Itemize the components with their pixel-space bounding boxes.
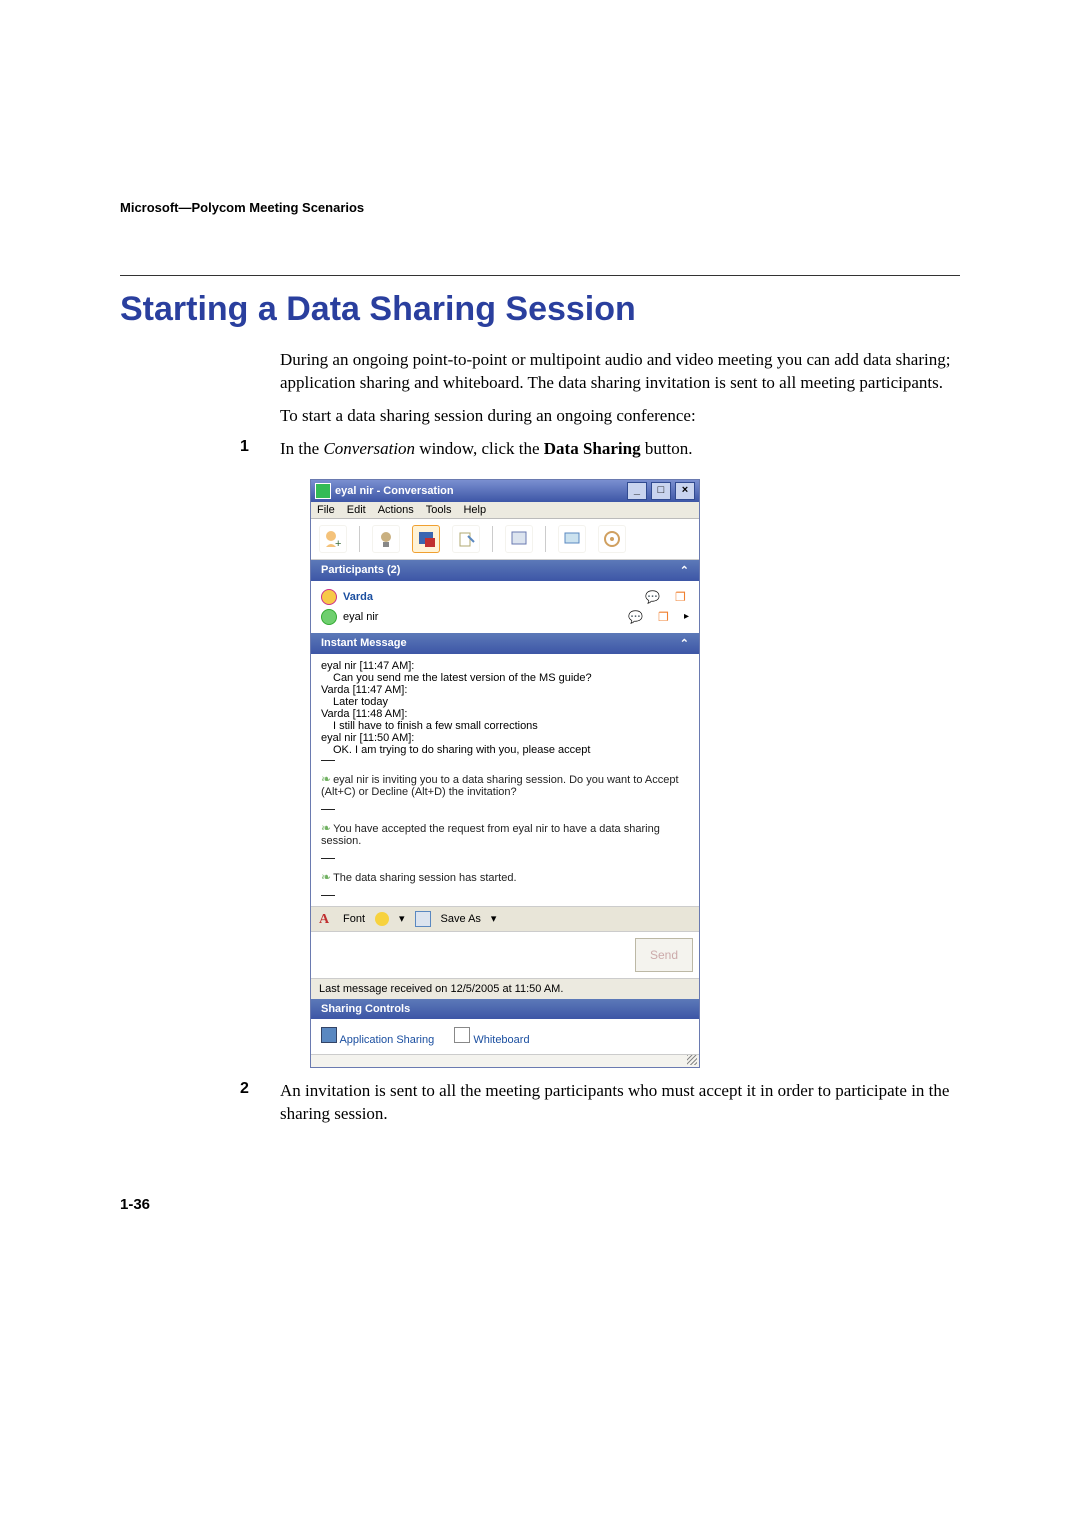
av-icon[interactable]	[505, 525, 533, 553]
step-number-2: 2	[240, 1080, 280, 1126]
intro-paragraph: During an ongoing point-to-point or mult…	[280, 349, 960, 395]
menu-help[interactable]: Help	[463, 504, 486, 516]
collapse-icon[interactable]: ⌃	[680, 564, 689, 577]
sharing-controls-header[interactable]: Sharing Controls	[311, 999, 699, 1019]
participant-name: eyal nir	[343, 611, 622, 623]
msg-text: Can you send me the latest version of th…	[321, 672, 689, 684]
separator	[321, 809, 335, 810]
msg-text: I still have to finish a few small corre…	[321, 720, 689, 732]
step-1-text: In the Conversation window, click the Da…	[280, 438, 960, 461]
toolbar-divider	[492, 526, 493, 552]
invite-icon[interactable]: +	[319, 525, 347, 553]
menu-actions[interactable]: Actions	[378, 504, 414, 516]
settings-icon[interactable]	[598, 525, 626, 553]
menu-tools[interactable]: Tools	[426, 504, 452, 516]
participant-row[interactable]: eyal nir 💬 ❐ ▸	[321, 607, 689, 627]
menu-arrow-icon[interactable]: ▸	[684, 611, 689, 622]
chat-icon: 💬	[645, 590, 659, 604]
minimize-button[interactable]: _	[627, 482, 647, 500]
participants-header[interactable]: Participants (2) ⌃	[311, 560, 699, 581]
appshare-icon	[321, 1027, 337, 1043]
window-titlebar[interactable]: eyal nir - Conversation _ □ ×	[311, 480, 699, 502]
separator	[321, 895, 335, 896]
separator	[321, 760, 335, 761]
participant-name: Varda	[343, 591, 639, 603]
close-button[interactable]: ×	[675, 482, 695, 500]
page-title: Starting a Data Sharing Session	[120, 290, 960, 329]
msg-header: eyal nir [11:47 AM]:	[321, 660, 689, 672]
toolbar-divider	[545, 526, 546, 552]
msg-header: Varda [11:48 AM]:	[321, 708, 689, 720]
page-number: 1-36	[120, 1196, 960, 1213]
font-label[interactable]: Font	[343, 913, 365, 925]
participants-list: Varda 💬 ❐ eyal nir 💬 ❐ ▸	[311, 581, 699, 633]
data-sharing-button[interactable]	[412, 525, 440, 553]
lead-in: To start a data sharing session during a…	[280, 405, 960, 428]
toolbar: +	[311, 519, 699, 560]
collapse-icon[interactable]: ⌃	[680, 637, 689, 650]
message-history: eyal nir [11:47 AM]: Can you send me the…	[311, 654, 699, 906]
conversation-window: eyal nir - Conversation _ □ × File Edit …	[310, 479, 700, 1068]
system-message: ❧eyal nir is inviting you to a data shar…	[321, 772, 689, 798]
remote-assist-icon[interactable]	[558, 525, 586, 553]
chat-icon: 💬	[628, 610, 642, 624]
menu-file[interactable]: File	[317, 504, 335, 516]
running-header: Microsoft—Polycom Meeting Scenarios	[120, 200, 960, 215]
save-as-label[interactable]: Save As	[441, 913, 481, 925]
separator	[321, 858, 335, 859]
sharing-controls-label: Sharing Controls	[321, 1003, 410, 1015]
msg-header: Varda [11:47 AM]:	[321, 684, 689, 696]
font-icon[interactable]: A	[319, 912, 333, 926]
save-as-dropdown[interactable]: ▾	[491, 912, 497, 925]
share-icon: ❐	[658, 610, 672, 624]
header-rule	[120, 275, 960, 282]
video-icon[interactable]	[372, 525, 400, 553]
whiteboard-link[interactable]: Whiteboard	[454, 1027, 529, 1046]
resize-grip[interactable]	[311, 1054, 699, 1067]
msg-header: eyal nir [11:50 AM]:	[321, 732, 689, 744]
send-button[interactable]: Send	[635, 938, 693, 972]
application-sharing-link[interactable]: Application Sharing	[321, 1027, 434, 1046]
compose-area: Send	[311, 931, 699, 978]
step-number-1: 1	[240, 438, 280, 461]
menu-bar: File Edit Actions Tools Help	[311, 502, 699, 519]
presence-away-icon	[321, 589, 337, 605]
svg-text:+: +	[335, 538, 341, 549]
participant-row[interactable]: Varda 💬 ❐	[321, 587, 689, 607]
toolbar-divider	[359, 526, 360, 552]
msg-text: OK. I am trying to do sharing with you, …	[321, 744, 689, 756]
sharing-controls-panel: Application Sharing Whiteboard	[311, 1019, 699, 1054]
system-message: ❧The data sharing session has started.	[321, 870, 689, 884]
presence-online-icon	[321, 609, 337, 625]
transfer-icon[interactable]	[452, 525, 480, 553]
whiteboard-icon	[454, 1027, 470, 1043]
menu-edit[interactable]: Edit	[347, 504, 366, 516]
emoticon-dropdown[interactable]: ▾	[399, 912, 405, 925]
im-header[interactable]: Instant Message ⌃	[311, 633, 699, 654]
leaf-icon: ❧	[321, 821, 331, 835]
compose-toolbar: A Font ▾ Save As ▾	[311, 906, 699, 931]
system-message: ❧You have accepted the request from eyal…	[321, 821, 689, 847]
participants-label: Participants (2)	[321, 564, 400, 577]
emoticon-icon[interactable]	[375, 912, 389, 926]
app-icon	[315, 483, 331, 499]
window-title: eyal nir - Conversation	[335, 485, 626, 497]
leaf-icon: ❧	[321, 870, 331, 884]
step-2-text: An invitation is sent to all the meeting…	[280, 1080, 960, 1126]
status-bar: Last message received on 12/5/2005 at 11…	[311, 978, 699, 999]
im-label: Instant Message	[321, 637, 407, 650]
message-input[interactable]	[311, 932, 635, 978]
save-icon[interactable]	[415, 911, 431, 927]
maximize-button[interactable]: □	[651, 482, 671, 500]
msg-text: Later today	[321, 696, 689, 708]
share-icon: ❐	[675, 590, 689, 604]
leaf-icon: ❧	[321, 772, 331, 786]
